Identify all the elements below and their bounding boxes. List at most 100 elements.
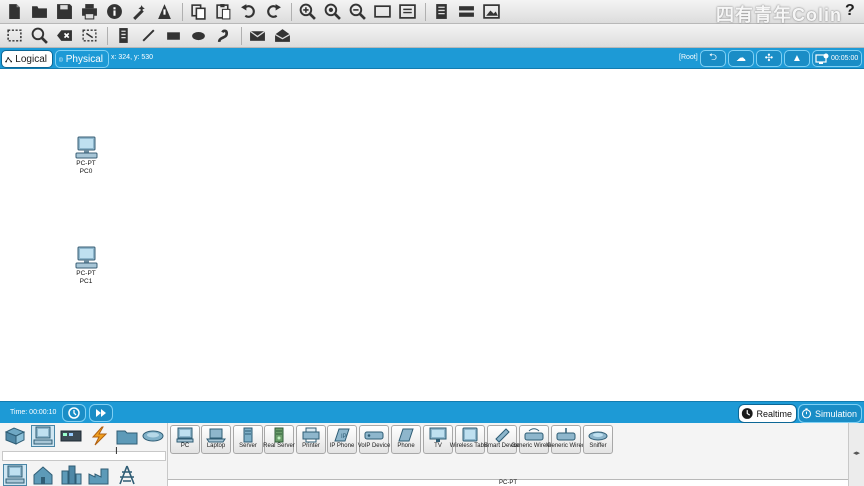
custom-device-icon[interactable] (153, 2, 175, 22)
simulation-mode-button[interactable]: Simulation (798, 404, 862, 423)
zoom-reset-icon[interactable] (321, 2, 343, 22)
subcategory-smart-city[interactable] (59, 464, 83, 486)
selector-scrollbar[interactable]: ◂▸ (848, 423, 864, 486)
real-server-icon (274, 427, 284, 443)
note-icon[interactable] (112, 26, 134, 46)
subcategory-industrial[interactable] (87, 464, 111, 486)
copy-icon[interactable] (187, 2, 209, 22)
info-icon[interactable] (103, 2, 125, 22)
device-item-real-server[interactable]: Real Server (263, 425, 295, 454)
device-item-label: VoIP Device (357, 443, 391, 449)
phone-icon (398, 428, 414, 442)
device-item-pc[interactable]: PC (170, 425, 200, 454)
save-icon[interactable] (53, 2, 75, 22)
device-name-label: PC0 (79, 168, 93, 175)
redo-icon[interactable] (262, 2, 284, 22)
device-item-server[interactable]: Server (233, 425, 263, 454)
subcategory-power-grid[interactable] (115, 464, 139, 486)
subcategory-home[interactable] (31, 464, 55, 486)
simple-pdu-icon[interactable] (246, 26, 268, 46)
device-item-label: Server (239, 443, 257, 449)
simulation-stopwatch-icon (801, 408, 812, 419)
tab-logical[interactable]: Logical (1, 50, 53, 68)
undo-icon[interactable] (237, 2, 259, 22)
device-item-generic-wired[interactable]: Generic Wired (547, 425, 585, 454)
category-network-devices[interactable] (3, 425, 27, 447)
help-button[interactable]: ? (845, 2, 861, 22)
delete-icon[interactable] (53, 26, 75, 46)
device-item-wireless-tablet[interactable]: Wireless Tablet (450, 425, 490, 454)
line-icon[interactable] (137, 26, 159, 46)
time-bar: Time: 00:00:10 Realtime Simulation (0, 401, 864, 423)
connections-icon (91, 426, 108, 446)
set-background-button[interactable]: ▲ (784, 50, 810, 67)
device-item-tv[interactable]: TV (423, 425, 453, 454)
category-search-field[interactable] (2, 451, 166, 461)
move-object-button[interactable]: ✣ (756, 50, 782, 67)
simulation-time: Time: 00:00:10 (10, 409, 57, 416)
device-item-voip-device[interactable]: VoIP Device (357, 425, 391, 454)
device-item-generic-wireless[interactable]: Generic Wireless (511, 425, 557, 454)
drawing-palette-icon[interactable] (371, 2, 393, 22)
device-item-smart-device[interactable]: Smart Device (484, 425, 520, 454)
category-connections[interactable] (87, 425, 111, 447)
selected-model-label: PC-PT (168, 479, 848, 486)
cluster-icon: ☁ (736, 53, 746, 64)
end-devices-icon (33, 426, 53, 445)
tab-physical[interactable]: Physical (55, 50, 109, 68)
tab-physical-label: Physical (65, 53, 103, 65)
category-multiuser[interactable] (141, 425, 165, 447)
device-item-printer[interactable]: Printer (296, 425, 326, 454)
category-components[interactable] (59, 425, 83, 447)
toolbar-separator (107, 26, 108, 45)
back-button[interactable]: ⮌ (700, 50, 726, 67)
laptop-icon (206, 428, 226, 443)
viewport-clock[interactable]: 00:05:00 (812, 50, 862, 67)
voip-device-icon (364, 431, 384, 440)
realtime-mode-button[interactable]: Realtime (738, 404, 797, 423)
root-breadcrumb[interactable]: [Root] (679, 54, 698, 61)
workspace-bar: Logical Physical x: 324, y: 530 [Root] ⮌… (0, 48, 864, 69)
custom-devices-dialog-icon[interactable] (396, 2, 418, 22)
device-item-laptop[interactable]: Laptop (201, 425, 231, 454)
device-item-sniffer[interactable]: Sniffer (583, 425, 613, 454)
device-item-phone[interactable]: Phone (391, 425, 421, 454)
zoom-in-icon[interactable] (296, 2, 318, 22)
network-info-icon[interactable] (455, 2, 477, 22)
paste-icon[interactable] (212, 2, 234, 22)
activity-wizard-icon[interactable] (128, 2, 150, 22)
complex-pdu-icon[interactable] (271, 26, 293, 46)
notes-icon[interactable] (430, 2, 452, 22)
device-item-ip-phone[interactable]: IP IP Phone (327, 425, 357, 454)
zoom-out-icon[interactable] (346, 2, 368, 22)
wireless-tablet-icon (462, 427, 478, 442)
new-cluster-button[interactable]: ☁ (728, 50, 754, 67)
category-miscellaneous[interactable] (115, 425, 139, 447)
fast-forward-button[interactable] (89, 404, 113, 422)
ellipse-icon[interactable] (187, 26, 209, 46)
clock-time: 00:05:00 (831, 55, 859, 62)
svg-text:IP: IP (341, 434, 347, 440)
screenshot-icon[interactable] (480, 2, 502, 22)
realtime-clock-icon (741, 408, 753, 419)
rectangle-icon[interactable] (162, 26, 184, 46)
select-icon[interactable] (3, 26, 25, 46)
logical-workspace[interactable]: PC-PT PC0 PC-PT PC1 (0, 69, 864, 401)
new-file-icon[interactable] (3, 2, 25, 22)
print-icon[interactable] (78, 2, 100, 22)
open-folder-icon[interactable] (28, 2, 50, 22)
device-pc1[interactable]: PC-PT PC1 (69, 246, 103, 286)
inspect-icon[interactable] (28, 26, 50, 46)
device-pc0[interactable]: PC-PT PC0 (69, 136, 103, 176)
tv-icon (429, 427, 447, 442)
device-item-label: Real Server (263, 443, 295, 449)
device-item-label: Printer (302, 443, 320, 449)
category-end-devices[interactable] (31, 425, 55, 447)
resize-icon[interactable] (78, 26, 100, 46)
freeform-icon[interactable] (212, 26, 234, 46)
power-cycle-button[interactable] (62, 404, 86, 422)
subcategory-end-devices[interactable] (3, 464, 27, 486)
main-toolbar: 四有青年Colin ? (0, 0, 864, 25)
pc-icon (176, 427, 194, 443)
generic-wired-icon (556, 428, 576, 441)
